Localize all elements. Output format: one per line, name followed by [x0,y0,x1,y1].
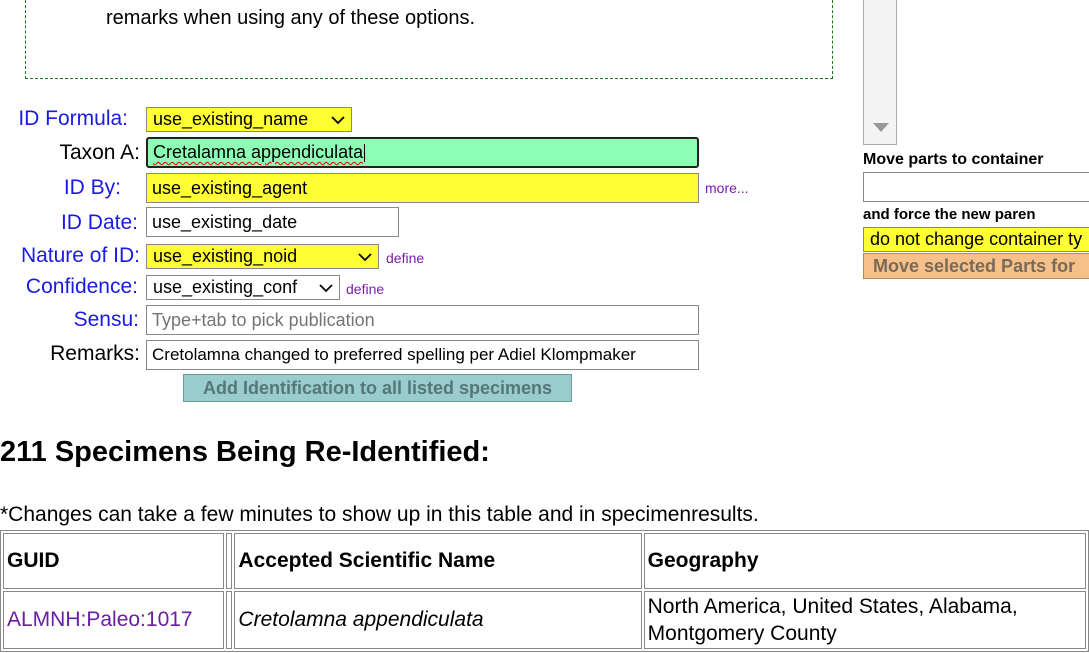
column-header-blank [225,533,233,589]
guid-cell: ALMNH:Paleo:1017 [3,591,224,649]
remarks-value: Cretolamna changed to preferred spelling… [152,345,636,364]
nature-of-id-define-link[interactable]: define [386,250,424,266]
nature-of-id-select[interactable]: use_existing_noid [146,244,379,269]
force-container-label: and force the new paren [863,206,1036,223]
taxon-a-input[interactable]: Cretalamna appendiculata [146,137,699,168]
id-by-more-link[interactable]: more... [705,180,749,196]
scroll-down-arrow-icon[interactable] [873,123,889,132]
chevron-down-icon [331,115,345,124]
chevron-down-icon [358,252,372,261]
container-type-select[interactable]: do not change container ty [863,227,1089,252]
remarks-input[interactable]: Cretolamna changed to preferred spelling… [146,340,699,370]
confidence-select[interactable]: use_existing_conf [146,275,340,300]
sensu-input[interactable] [146,305,699,335]
id-date-input[interactable]: use_existing_date [146,207,399,237]
specimens-table: GUID Accepted Scientific Name Geography … [0,530,1089,652]
move-parts-label: Move parts to container [863,151,1044,168]
geography-cell: North America, United States, Alabama, M… [643,591,1086,649]
nature-of-id-value: use_existing_noid [153,246,298,266]
column-header-name[interactable]: Accepted Scientific Name [234,533,642,589]
column-header-guid[interactable]: GUID [3,533,224,589]
id-by-label: ID By: [63,176,121,199]
id-date-value: use_existing_date [152,211,298,232]
remarks-label: Remarks: [50,342,140,365]
id-date-label: ID Date: [60,211,138,234]
move-selected-parts-button[interactable]: Move selected Parts for [863,253,1089,279]
table-row: ALMNH:Paleo:1017 Cretolamna appendiculat… [3,591,1086,649]
results-heading: 211 Specimens Being Re-Identified: [0,436,490,468]
confidence-label: Confidence: [25,275,138,298]
id-by-value: use_existing_agent [152,177,308,198]
results-note: *Changes can take a few minutes to show … [0,503,759,526]
scientific-name-cell: Cretolamna appendiculata [234,591,642,649]
sensu-label: Sensu: [73,308,139,331]
blank-cell [225,591,233,649]
instructions-text: remarks when using any of these options. [106,7,476,29]
id-formula-select[interactable]: use_existing_name [146,107,352,132]
column-header-geography[interactable]: Geography [643,533,1086,589]
guid-link[interactable]: ALMNH:Paleo:1017 [7,608,193,631]
id-by-input[interactable]: use_existing_agent [146,173,699,203]
id-formula-value: use_existing_name [153,109,309,129]
taxon-a-value: Cretalamna appendiculata [153,142,364,162]
add-identification-button[interactable]: Add Identification to all listed specime… [183,374,572,402]
container-barcode-input[interactable] [863,172,1089,202]
id-formula-label: ID Formula: [18,107,128,130]
nature-of-id-label: Nature of ID: [20,244,140,267]
table-header-row: GUID Accepted Scientific Name Geography [3,533,1086,589]
confidence-define-link[interactable]: define [346,281,384,297]
confidence-value: use_existing_conf [153,277,298,297]
chevron-down-icon [319,283,333,292]
taxon-a-label: Taxon A: [59,141,140,164]
